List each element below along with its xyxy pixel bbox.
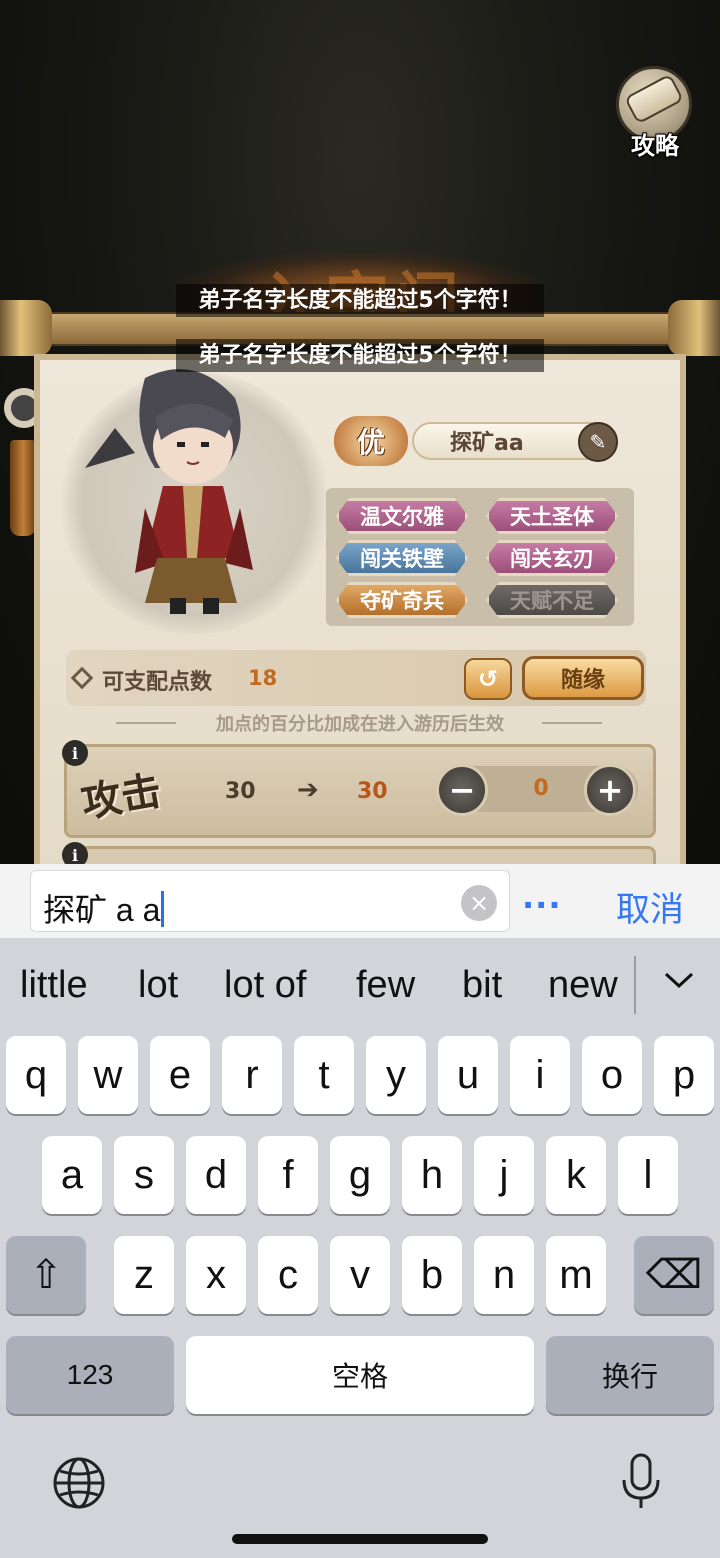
delete-key[interactable]: ⌫ (634, 1236, 714, 1314)
suggestion[interactable]: bit (462, 964, 502, 1007)
tassel-ornament (10, 440, 36, 536)
points-value: 18 (248, 666, 278, 690)
allocated-points-value: 0 (533, 776, 549, 801)
suggestion[interactable]: few (356, 964, 415, 1007)
delete-icon: ⌫ (645, 1253, 703, 1297)
toast-text: 弟子名字长度不能超过5个字符！ (176, 284, 544, 317)
key-y[interactable]: y (366, 1036, 426, 1114)
trait-tag[interactable]: 夺矿奇兵 (336, 582, 468, 618)
input-value: 探矿 a a (43, 892, 161, 928)
divider-line (542, 722, 602, 724)
key-s[interactable]: s (114, 1136, 174, 1214)
suggestion[interactable]: new (548, 964, 618, 1007)
suggestion[interactable]: lot of (224, 964, 306, 1007)
decrease-button[interactable]: − (436, 764, 488, 816)
key-p[interactable]: p (654, 1036, 714, 1114)
globe-icon[interactable] (52, 1456, 106, 1510)
key-o[interactable]: o (582, 1036, 642, 1114)
key-t[interactable]: t (294, 1036, 354, 1114)
stat-row-next (64, 846, 656, 864)
ios-keyboard: little lot lot of few bit new q w e r t … (0, 938, 720, 1558)
input-text: 探矿 a a (43, 885, 165, 931)
key-f[interactable]: f (258, 1136, 318, 1214)
trait-tag[interactable]: 闯关铁壁 (336, 540, 468, 576)
random-allocate-button[interactable]: 随缘 (522, 656, 644, 700)
key-l[interactable]: l (618, 1136, 678, 1214)
clear-icon[interactable]: × (461, 885, 497, 921)
stat-base-value: 30 (225, 779, 256, 804)
cancel-button[interactable]: 取消 (616, 882, 684, 931)
key-x[interactable]: x (186, 1236, 246, 1314)
text-input-bar: 探矿 a a × ... 取消 (0, 864, 720, 938)
stat-name: 攻击 (77, 766, 165, 828)
key-h[interactable]: h (402, 1136, 462, 1214)
name-row: 优 探矿aa ✎ (334, 416, 624, 466)
info-icon[interactable]: i (62, 842, 88, 864)
numbers-key[interactable]: 123 (6, 1336, 174, 1414)
trait-tag[interactable]: 天赋不足 (486, 582, 618, 618)
microphone-icon[interactable] (620, 1452, 662, 1512)
stat-new-value: 30 (357, 779, 388, 804)
chevron-down-icon[interactable] (662, 964, 696, 994)
key-w[interactable]: w (78, 1036, 138, 1114)
trait-list: 温文尔雅 天土圣体 闯关铁壁 闯关玄刃 夺矿奇兵 天赋不足 (326, 488, 634, 626)
guide-button[interactable]: 攻略 (610, 62, 700, 162)
rename-brush-icon[interactable]: ✎ (578, 422, 618, 462)
suggestion-divider (634, 956, 636, 1014)
key-b[interactable]: b (402, 1236, 462, 1314)
key-v[interactable]: v (330, 1236, 390, 1314)
key-i[interactable]: i (510, 1036, 570, 1114)
space-key[interactable]: 空格 (186, 1336, 534, 1414)
home-indicator (232, 1534, 488, 1544)
trait-tag[interactable]: 温文尔雅 (336, 498, 468, 534)
key-u[interactable]: u (438, 1036, 498, 1114)
toast-text: 弟子名字长度不能超过5个字符！ (176, 339, 544, 372)
reset-points-button[interactable]: ↺ (464, 658, 512, 700)
more-button[interactable]: ... (522, 878, 561, 916)
diamond-icon (70, 666, 94, 690)
key-g[interactable]: g (330, 1136, 390, 1214)
key-d[interactable]: d (186, 1136, 246, 1214)
return-key[interactable]: 换行 (546, 1336, 714, 1414)
key-c[interactable]: c (258, 1236, 318, 1314)
text-caret (161, 891, 165, 927)
disciple-character-icon (85, 369, 253, 614)
key-e[interactable]: e (150, 1036, 210, 1114)
available-points-row: 可支配点数 18 ↺ 随缘 (66, 650, 646, 706)
info-icon[interactable]: i (62, 740, 88, 766)
suggestion[interactable]: little (20, 964, 88, 1007)
undo-icon: ↺ (477, 665, 499, 693)
guide-label: 攻略 (631, 132, 679, 160)
key-z[interactable]: z (114, 1236, 174, 1314)
game-screen: 攻略 入宗门 优 探矿aa ✎ 温文尔雅 天土圣体 闯关铁壁 闯关玄刃 夺矿奇兵… (0, 0, 720, 864)
increase-button[interactable]: + (584, 764, 636, 816)
trait-tag[interactable]: 天土圣体 (486, 498, 618, 534)
key-r[interactable]: r (222, 1036, 282, 1114)
name-input-field[interactable]: 探矿 a a × (30, 870, 510, 932)
grade-badge: 优 (334, 416, 408, 466)
toast-message: 弟子名字长度不能超过5个字符！ (0, 337, 720, 372)
points-label: 可支配点数 (102, 670, 213, 695)
shift-icon: ⇧ (29, 1253, 63, 1297)
key-n[interactable]: n (474, 1236, 534, 1314)
suggestion[interactable]: lot (138, 964, 178, 1007)
key-q[interactable]: q (6, 1036, 66, 1114)
shift-key[interactable]: ⇧ (6, 1236, 86, 1314)
key-a[interactable]: a (42, 1136, 102, 1214)
allocation-hint: 加点的百分比加成在进入游历后生效 (216, 714, 504, 735)
key-m[interactable]: m (546, 1236, 606, 1314)
key-j[interactable]: j (474, 1136, 534, 1214)
trait-tag[interactable]: 闯关玄刃 (486, 540, 618, 576)
arrow-right-icon: ➔ (297, 775, 319, 805)
key-k[interactable]: k (546, 1136, 606, 1214)
toast-message: 弟子名字长度不能超过5个字符！ (0, 282, 720, 317)
